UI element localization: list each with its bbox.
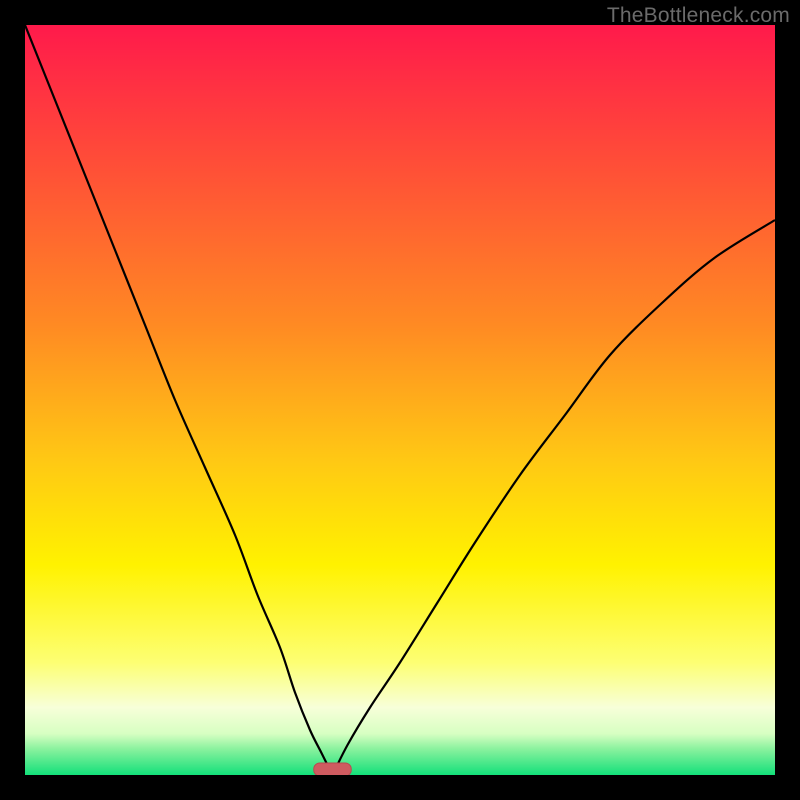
plot-area bbox=[25, 25, 775, 775]
watermark-text: TheBottleneck.com bbox=[607, 4, 790, 28]
cusp-marker bbox=[314, 763, 352, 775]
chart-frame: TheBottleneck.com bbox=[0, 0, 800, 800]
chart-canvas bbox=[25, 25, 775, 775]
